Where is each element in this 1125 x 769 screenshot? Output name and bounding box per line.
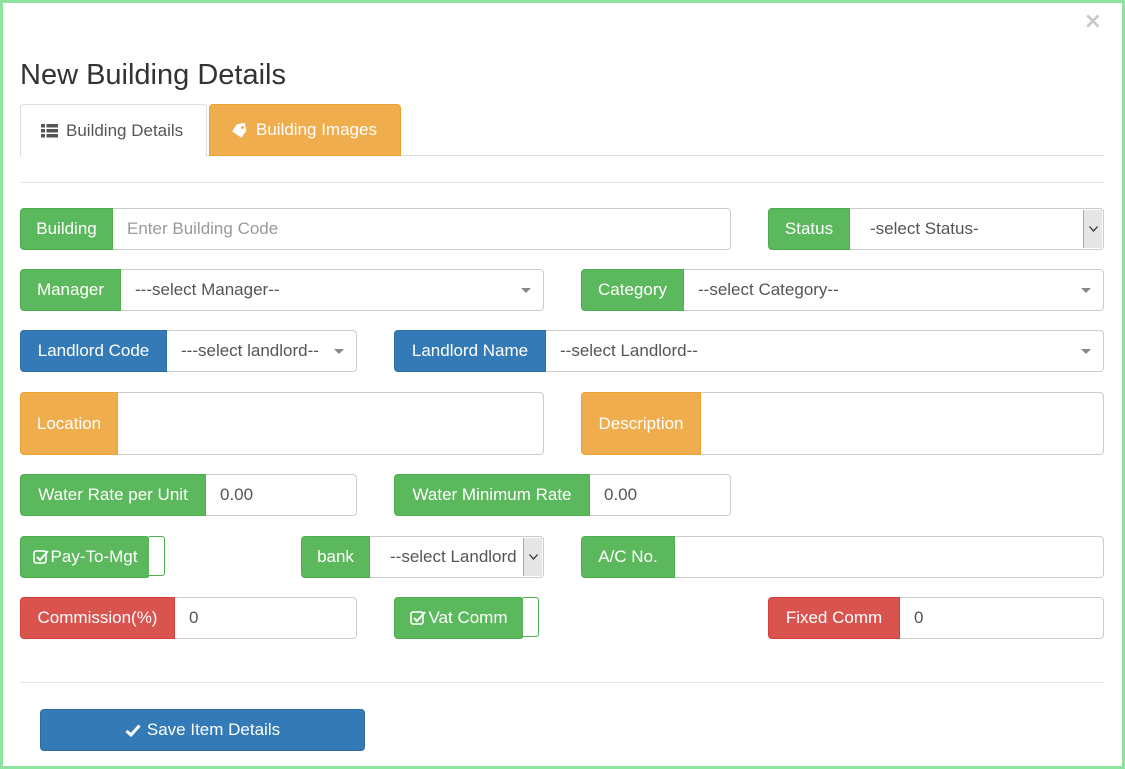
commission-label: Commission(%) bbox=[20, 597, 175, 639]
vat-comm-label: Vat Comm bbox=[394, 597, 524, 639]
list-icon bbox=[41, 123, 58, 138]
location-label: Location bbox=[20, 392, 118, 455]
landlord-code-value: ---select landlord-- bbox=[181, 341, 319, 360]
check-square-icon bbox=[410, 610, 427, 626]
fixed-comm-label: Fixed Comm bbox=[768, 597, 900, 639]
water-rate-label: Water Rate per Unit bbox=[20, 474, 206, 516]
ac-no-input[interactable] bbox=[675, 536, 1104, 578]
bank-label: bank bbox=[301, 536, 370, 578]
ac-no-group: A/C No. bbox=[581, 536, 1104, 578]
manager-value: ---select Manager-- bbox=[135, 280, 280, 299]
bank-select[interactable]: --select Landlord bbox=[370, 536, 544, 578]
tag-icon bbox=[230, 122, 248, 138]
category-select[interactable]: --select Category-- bbox=[684, 269, 1104, 311]
landlord-code-group: Landlord Code ---select landlord-- bbox=[20, 330, 357, 372]
tab-label: Building Details bbox=[66, 120, 184, 140]
landlord-code-select[interactable]: ---select landlord-- bbox=[167, 330, 357, 372]
modal-title: New Building Details bbox=[20, 59, 286, 91]
category-group: Category --select Category-- bbox=[581, 269, 1104, 311]
category-label: Category bbox=[581, 269, 684, 311]
caret-down-icon bbox=[1081, 349, 1091, 354]
description-label: Description bbox=[581, 392, 701, 455]
tab-bar: Building Details Building Images bbox=[20, 104, 1104, 157]
building-code-input[interactable]: Enter Building Code bbox=[113, 208, 731, 250]
check-square-icon bbox=[32, 549, 49, 565]
water-min-input[interactable]: 0.00 bbox=[590, 474, 731, 516]
bank-group: bank --select Landlord bbox=[301, 536, 544, 578]
landlord-name-label: Landlord Name bbox=[394, 330, 546, 372]
status-group: Status -select Status- bbox=[768, 208, 1104, 250]
close-icon[interactable]: × bbox=[1084, 9, 1102, 34]
pay-to-mgt-text: Pay-To-Mgt bbox=[50, 547, 138, 566]
vat-comm-text: Vat Comm bbox=[428, 608, 508, 627]
commission-group: Commission(%) 0 bbox=[20, 597, 357, 639]
tab-label: Building Images bbox=[256, 120, 377, 139]
category-value: --select Category-- bbox=[698, 280, 839, 299]
chevron-down-icon bbox=[1083, 210, 1102, 248]
save-button-label: Save Item Details bbox=[146, 720, 281, 739]
fixed-comm-input[interactable]: 0 bbox=[900, 597, 1104, 639]
ac-no-label: A/C No. bbox=[581, 536, 675, 578]
divider bbox=[20, 682, 1104, 683]
description-group: Description bbox=[581, 392, 1104, 455]
landlord-name-select[interactable]: --select Landlord-- bbox=[546, 330, 1104, 372]
manager-label: Manager bbox=[20, 269, 121, 311]
water-min-group: Water Minimum Rate 0.00 bbox=[394, 474, 731, 516]
building-group: Building Enter Building Code bbox=[20, 208, 731, 250]
manager-group: Manager ---select Manager-- bbox=[20, 269, 544, 311]
caret-down-icon bbox=[334, 349, 344, 354]
status-label: Status bbox=[768, 208, 850, 250]
water-min-label: Water Minimum Rate bbox=[394, 474, 590, 516]
fixed-comm-group: Fixed Comm 0 bbox=[768, 597, 1104, 639]
save-item-details-button[interactable]: Save Item Details bbox=[40, 709, 365, 751]
caret-down-icon bbox=[521, 288, 531, 293]
check-icon bbox=[125, 723, 141, 737]
landlord-name-group: Landlord Name --select Landlord-- bbox=[394, 330, 1104, 372]
tab-building-images[interactable]: Building Images bbox=[209, 104, 401, 156]
water-rate-input[interactable]: 0.00 bbox=[206, 474, 357, 516]
landlord-code-label: Landlord Code bbox=[20, 330, 167, 372]
building-label: Building bbox=[20, 208, 113, 250]
pay-to-mgt-label: Pay-To-Mgt bbox=[20, 536, 150, 578]
pay-to-mgt-toggle[interactable]: Pay-To-Mgt bbox=[20, 536, 166, 578]
water-rate-group: Water Rate per Unit 0.00 bbox=[20, 474, 357, 516]
chevron-down-icon bbox=[523, 538, 542, 576]
status-value: -select Status- bbox=[870, 219, 979, 238]
description-textarea[interactable] bbox=[701, 392, 1104, 455]
caret-down-icon bbox=[1081, 288, 1091, 293]
vat-comm-toggle[interactable]: Vat Comm bbox=[394, 597, 540, 639]
toggle-knob[interactable] bbox=[149, 536, 165, 576]
bank-value: --select Landlord bbox=[390, 547, 517, 566]
location-textarea[interactable] bbox=[118, 392, 544, 455]
commission-input[interactable]: 0 bbox=[175, 597, 357, 639]
toggle-knob[interactable] bbox=[523, 597, 539, 637]
divider bbox=[20, 182, 1104, 183]
landlord-name-value: --select Landlord-- bbox=[560, 341, 698, 360]
manager-select[interactable]: ---select Manager-- bbox=[121, 269, 544, 311]
new-building-modal: × New Building Details Building Details bbox=[0, 0, 1125, 769]
tab-building-details[interactable]: Building Details bbox=[20, 104, 207, 157]
location-group: Location bbox=[20, 392, 544, 455]
status-select[interactable]: -select Status- bbox=[850, 208, 1104, 250]
